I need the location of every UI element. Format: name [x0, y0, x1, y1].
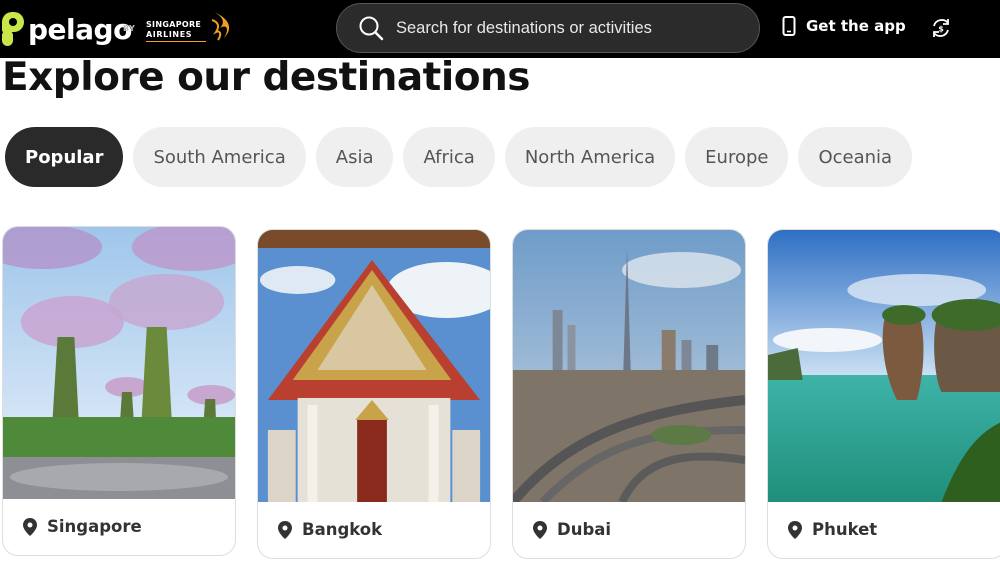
location-pin-icon — [278, 520, 292, 539]
destination-label: Bangkok — [278, 520, 382, 539]
tab-africa[interactable]: Africa — [403, 127, 495, 187]
search-placeholder: Search for destinations or activities — [396, 18, 652, 37]
destination-label: Dubai — [533, 520, 611, 539]
tab-europe[interactable]: Europe — [685, 127, 789, 187]
airline-bird-icon — [211, 12, 230, 41]
tab-asia[interactable]: Asia — [315, 127, 394, 187]
phone-icon — [782, 16, 796, 36]
destination-card-dubai[interactable]: Dubai — [512, 229, 746, 559]
destination-name: Singapore — [47, 517, 142, 536]
destination-card-bangkok[interactable]: Bangkok — [257, 229, 491, 559]
by-label: BY — [123, 24, 136, 33]
destination-label: Phuket — [788, 520, 877, 539]
page-title: Explore our destinations — [2, 55, 530, 100]
logo-text: pelago — [28, 12, 132, 46]
airline-name-line2: AIRLINES — [146, 30, 193, 39]
region-tabs: Popular South America Asia Africa North … — [5, 127, 913, 187]
destination-name: Dubai — [557, 520, 612, 539]
pelago-logo-mark — [2, 12, 24, 46]
airline-name-line1: SINGAPORE — [146, 20, 202, 29]
top-navbar: pelago BY SINGAPORE AIRLINES Search for … — [0, 0, 1000, 58]
location-pin-icon — [533, 520, 547, 539]
destination-card-phuket[interactable]: Phuket — [767, 229, 1000, 559]
destination-image-bangkok — [258, 230, 490, 502]
destination-label: Singapore — [23, 517, 142, 536]
destination-card-singapore[interactable]: Singapore — [2, 226, 236, 556]
destination-image-singapore — [3, 227, 235, 499]
destination-name: Phuket — [812, 520, 878, 539]
tab-oceania[interactable]: Oceania — [798, 127, 913, 187]
tab-popular[interactable]: Popular — [5, 127, 124, 187]
search-icon — [359, 16, 384, 41]
location-pin-icon — [23, 517, 37, 536]
destination-name: Bangkok — [302, 520, 383, 539]
pelago-logo[interactable]: pelago — [2, 12, 132, 46]
svg-text:$: $ — [938, 25, 944, 34]
get-the-app-button[interactable]: Get the app — [782, 16, 906, 36]
destination-image-dubai — [513, 230, 745, 502]
tab-south-america[interactable]: South America — [133, 127, 306, 187]
destination-image-phuket — [768, 230, 1000, 502]
search-bar[interactable]: Search for destinations or activities — [336, 3, 760, 53]
currency-exchange-icon[interactable]: $ — [930, 17, 952, 39]
get-app-label: Get the app — [806, 17, 906, 35]
tab-north-america[interactable]: North America — [504, 127, 676, 187]
singapore-airlines-logo: SINGAPORE AIRLINES — [146, 10, 238, 44]
location-pin-icon — [788, 520, 802, 539]
